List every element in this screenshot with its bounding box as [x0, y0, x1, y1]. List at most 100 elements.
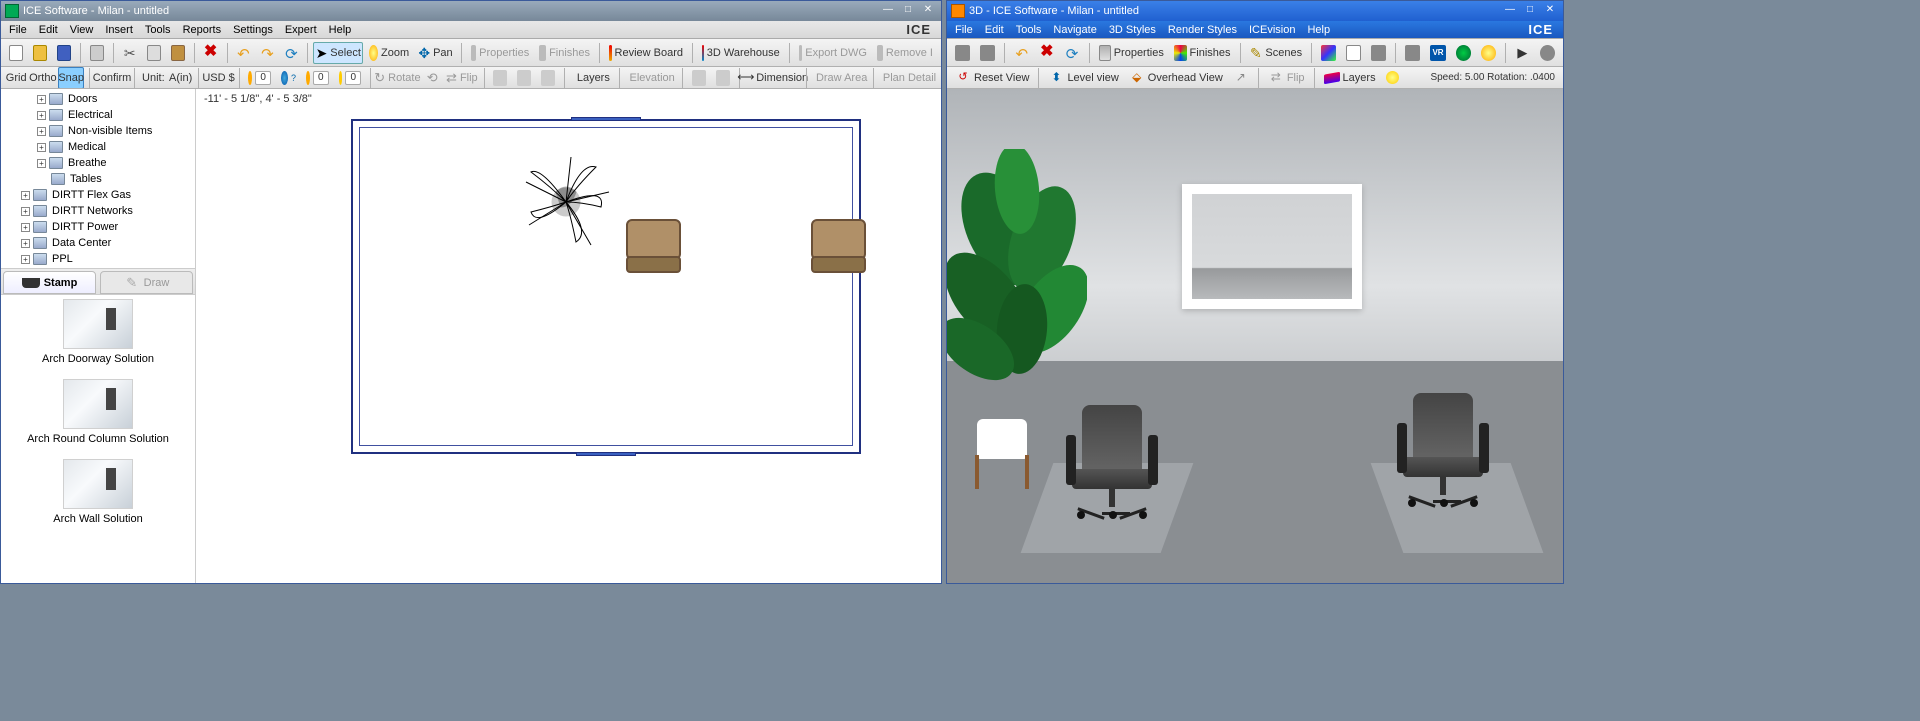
plan-canvas[interactable]: -11' - 5 1/8", 4' - 5 3/8"	[196, 89, 941, 583]
stamp-palette[interactable]: Arch Doorway SolutionArch Round Column S…	[1, 295, 195, 583]
door-opening-bottom[interactable]	[576, 452, 636, 456]
floor-plan[interactable]	[351, 119, 861, 454]
properties-button[interactable]: Properties	[467, 42, 534, 64]
tree-item-ppl[interactable]: +PPL	[5, 251, 191, 267]
door-opening-top[interactable]	[571, 117, 641, 121]
expander-icon[interactable]: +	[37, 159, 46, 168]
refresh-button[interactable]: ⟳	[280, 42, 302, 64]
menu-renderstyles[interactable]: Render Styles	[1162, 22, 1243, 38]
redo-button[interactable]: ↷	[256, 42, 278, 64]
menu-settings[interactable]: Settings	[227, 22, 279, 38]
menu-tools[interactable]: Tools	[1010, 22, 1048, 38]
unit-select[interactable]: A(in)	[169, 67, 193, 89]
expander-icon[interactable]: +	[21, 239, 30, 248]
refresh-button[interactable]: ⟳	[1060, 42, 1083, 64]
rotate-button[interactable]: ↻Rotate	[376, 67, 419, 89]
view-extra[interactable]: ↗	[1229, 67, 1253, 89]
camera1-button[interactable]	[951, 42, 974, 64]
finishes-button[interactable]: Finishes	[1170, 42, 1235, 64]
light-button[interactable]	[1477, 42, 1500, 64]
menu-expert[interactable]: Expert	[279, 22, 323, 38]
align1[interactable]	[489, 67, 511, 89]
open-button[interactable]	[29, 42, 51, 64]
globe-button[interactable]	[1452, 42, 1475, 64]
tree-item-dirtt-power[interactable]: +DIRTT Power	[5, 219, 191, 235]
tab-stamp[interactable]: Stamp	[3, 271, 96, 294]
menu-3dstyles[interactable]: 3D Styles	[1103, 22, 1162, 38]
paste-button[interactable]	[167, 42, 189, 64]
titlebar-3d[interactable]: 3D - ICE Software - Milan - untitled — □…	[947, 1, 1563, 21]
align3[interactable]	[537, 67, 559, 89]
menu-icevision[interactable]: ICEvision	[1243, 22, 1301, 38]
plan-detail-button[interactable]: Plan Detail	[879, 67, 937, 89]
properties-button[interactable]: Properties	[1095, 42, 1168, 64]
wall-picture[interactable]	[1182, 184, 1362, 309]
maximize-icon[interactable]: □	[1521, 4, 1539, 18]
palette-item[interactable]: Arch Doorway Solution	[5, 299, 191, 365]
flip-button[interactable]: ⇄Flip	[445, 67, 478, 89]
chair-3d-2[interactable]	[1393, 393, 1493, 523]
cut-button[interactable]: ✂	[119, 42, 141, 64]
menu-edit[interactable]: Edit	[33, 22, 64, 38]
play-button[interactable]: ▶	[1511, 42, 1534, 64]
catalog-tree[interactable]: +Doors+Electrical+Non-visible Items+Medi…	[1, 89, 195, 269]
close-icon[interactable]: ✕	[1541, 4, 1559, 18]
expander-icon[interactable]: +	[37, 95, 46, 104]
tree-item-doors[interactable]: +Doors	[5, 91, 191, 107]
titlebar[interactable]: ICE Software - Milan - untitled — □ ✕	[1, 1, 941, 21]
cam3[interactable]	[1401, 42, 1424, 64]
layers-button[interactable]: Layers	[570, 67, 614, 89]
pan-tool[interactable]: ✥Pan	[415, 42, 456, 64]
sun-button[interactable]	[1382, 67, 1404, 89]
ortho-toggle[interactable]: Ortho	[29, 67, 56, 89]
tree-item-breathe[interactable]: +Breathe	[5, 155, 191, 171]
chair-3d-1[interactable]	[1062, 405, 1162, 535]
3d-warehouse-button[interactable]: 3D Warehouse	[698, 42, 784, 64]
tree-item-non-visible-items[interactable]: +Non-visible Items	[5, 123, 191, 139]
snap-toggle[interactable]: Snap	[58, 67, 84, 89]
quote-badge-1[interactable]: 0	[244, 67, 274, 89]
globe-button[interactable]: ?	[277, 67, 300, 89]
menu-view[interactable]: View	[64, 22, 100, 38]
expander-icon[interactable]: +	[21, 255, 30, 264]
dimension-button[interactable]: ⟷Dimension	[744, 67, 801, 89]
review-board-button[interactable]: Review Board	[605, 42, 687, 64]
chair-plan-1[interactable]	[626, 219, 681, 274]
draw-area-button[interactable]: Draw Area	[812, 67, 869, 89]
copy-button[interactable]	[143, 42, 165, 64]
undo-button[interactable]: ↶	[232, 42, 254, 64]
render-solid[interactable]	[1367, 42, 1390, 64]
delete-button[interactable]: ✖	[200, 42, 222, 64]
vr-button[interactable]: VR	[1426, 42, 1449, 64]
reset-view-button[interactable]: ↺Reset View	[951, 67, 1033, 89]
render-wire[interactable]	[1342, 42, 1365, 64]
minimize-icon[interactable]: —	[879, 4, 897, 18]
currency-select[interactable]: USD $	[203, 67, 233, 89]
expander-icon[interactable]: +	[37, 127, 46, 136]
finishes-button[interactable]: Finishes	[535, 42, 594, 64]
align2[interactable]	[513, 67, 535, 89]
expander-icon[interactable]: +	[37, 143, 46, 152]
tree-item-dirtt-networks[interactable]: +DIRTT Networks	[5, 203, 191, 219]
menu-help[interactable]: Help	[1301, 22, 1336, 38]
delete-button[interactable]: ✖	[1035, 42, 1058, 64]
confirm-toggle[interactable]: Confirm	[95, 67, 130, 89]
chair-plan-2[interactable]	[811, 219, 866, 274]
menu-edit[interactable]: Edit	[979, 22, 1010, 38]
remove-button[interactable]: Remove I	[873, 42, 937, 64]
tree-item-dirtt-flex-gas[interactable]: +DIRTT Flex Gas	[5, 187, 191, 203]
quote-badge-2[interactable]: 0	[302, 67, 332, 89]
expander-icon[interactable]: +	[21, 191, 30, 200]
save-button[interactable]	[53, 42, 75, 64]
zoom-tool[interactable]: Zoom	[365, 42, 413, 64]
tree-item-electrical[interactable]: +Electrical	[5, 107, 191, 123]
layers-button-3d[interactable]: Layers	[1320, 67, 1380, 89]
tree-item-medical[interactable]: +Medical	[5, 139, 191, 155]
expander-icon[interactable]: +	[37, 111, 46, 120]
tree-item-tables[interactable]: Tables	[5, 171, 191, 187]
menu-insert[interactable]: Insert	[99, 22, 139, 38]
export-dwg-button[interactable]: Export DWG	[795, 42, 871, 64]
palette-item[interactable]: Arch Wall Solution	[5, 459, 191, 525]
select-tool[interactable]: ➤Select	[313, 42, 363, 64]
expander-icon[interactable]: +	[21, 207, 30, 216]
